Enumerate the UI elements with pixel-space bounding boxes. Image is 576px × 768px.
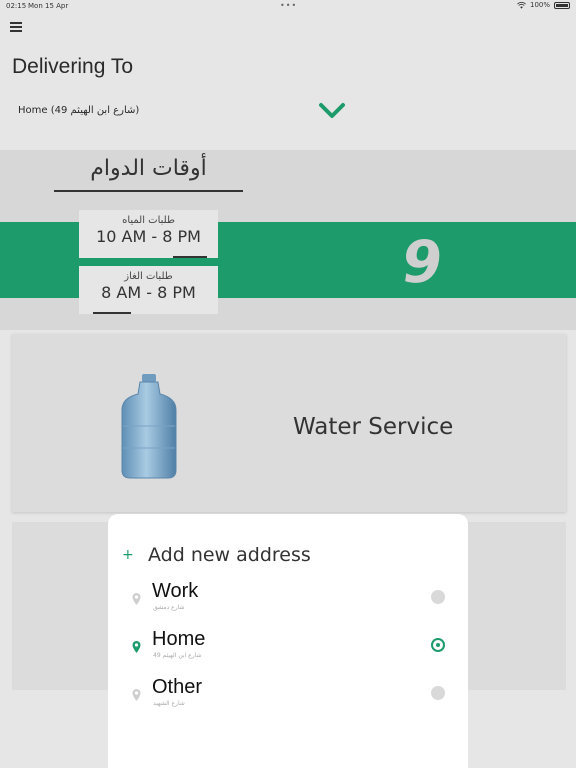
water-hours-label: طلبات المياه: [122, 215, 175, 226]
status-bar: 02:15 Mon 15 Apr ••• 100%: [0, 0, 576, 12]
gas-hours-label: طلبات الغاز: [124, 271, 173, 282]
address-street: شارع دمشق: [153, 604, 185, 611]
radio-button[interactable]: [431, 590, 445, 604]
add-address-label: Add new address: [148, 544, 311, 566]
address-name: Work: [152, 580, 199, 602]
service-title: Water Service: [293, 414, 454, 440]
chevron-down-icon[interactable]: [318, 100, 346, 122]
address-street: شارع الشهيد: [153, 700, 185, 707]
location-pin-icon: [132, 641, 141, 653]
water-hours-card: طلبات المياه 10 AM - 8 PM: [79, 210, 218, 258]
water-bottle-icon: [121, 374, 177, 479]
selected-address[interactable]: Home (49 شارع ابن الهيثم): [18, 105, 139, 116]
address-name: Other: [152, 676, 203, 698]
location-pin-icon: [132, 689, 141, 701]
multitask-dots-icon: •••: [280, 1, 298, 10]
address-picker-sheet: + Add new address Work شارع دمشق Home 49…: [108, 514, 468, 768]
address-option-home[interactable]: Home 49 شارع ابن الهيثم: [108, 628, 468, 672]
divider: [173, 256, 207, 258]
battery-percent: 100%: [529, 1, 550, 9]
divider: [93, 312, 131, 314]
working-hours-title: أوقات الدوام: [54, 152, 243, 192]
add-address-button[interactable]: + Add new address: [122, 544, 311, 566]
address-option-work[interactable]: Work شارع دمشق: [108, 580, 468, 624]
address-option-other[interactable]: Other شارع الشهيد: [108, 676, 468, 720]
menu-icon[interactable]: [10, 22, 22, 32]
radio-button-selected[interactable]: [431, 638, 445, 652]
water-hours-value: 10 AM - 8 PM: [96, 227, 201, 246]
gas-hours-value: 8 AM - 8 PM: [101, 283, 196, 302]
location-pin-icon: [132, 593, 141, 605]
status-date: Mon 15 Apr: [28, 2, 69, 10]
radio-button[interactable]: [431, 686, 445, 700]
gas-hours-card: طلبات الغاز 8 AM - 8 PM: [79, 266, 218, 314]
address-name: Home: [152, 628, 206, 650]
plus-icon: +: [122, 547, 134, 563]
water-service-card[interactable]: [12, 334, 566, 512]
battery-icon: [554, 1, 570, 9]
page-title: Delivering To: [12, 55, 134, 78]
wifi-icon: [517, 1, 526, 9]
status-time: 02:15: [6, 2, 27, 10]
address-street: 49 شارع ابن الهيثم: [153, 652, 202, 659]
